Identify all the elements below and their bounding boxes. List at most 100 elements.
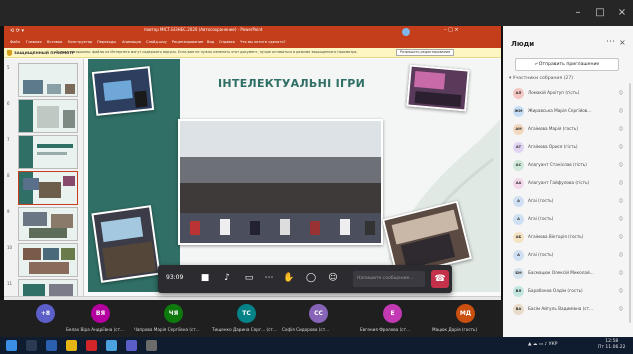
protected-view-text: Будьте осторожны: файлы из Интернета мог… xyxy=(56,50,358,54)
participant-avatar: А xyxy=(513,214,524,225)
more-icon[interactable]: ⋯ xyxy=(262,271,276,285)
participant-name: Жиравська Марія Сергійов... xyxy=(528,108,592,113)
powerpoint-title-bar: ⟲ ⟳ ▾ повтор МІСТ.БІЗНЕС.2020 (Автосохра… xyxy=(4,26,501,38)
participant-avatar[interactable]: ВЯ xyxy=(91,304,110,323)
thumbnail-number: 9 xyxy=(7,209,10,214)
ribbon-tab-animation[interactable]: Анимация xyxy=(122,40,141,44)
participant-name: Чапрова Марія Сергіївна (ст... xyxy=(134,327,200,332)
participant-avatar[interactable]: Е xyxy=(383,304,402,323)
share-invite-label: Отправить приглашение xyxy=(538,62,600,67)
close-panel-icon[interactable]: × xyxy=(619,38,626,47)
search-icon[interactable] xyxy=(26,340,37,351)
mic-muted-icon: ⦸ xyxy=(619,233,623,240)
slide-thumbnails-pane: 5 6 7 8 9 10 11 xyxy=(4,59,84,308)
participant-row[interactable]: АС Алагуант Станіслав (гість) ⦸ xyxy=(511,158,629,176)
slide-thumbnail[interactable] xyxy=(18,99,78,133)
edge-icon[interactable] xyxy=(46,340,57,351)
participant-name: Софія Сидорова (ст... xyxy=(282,327,330,332)
more-participants-avatar[interactable]: +8 xyxy=(36,304,55,323)
user-avatar[interactable] xyxy=(402,28,410,36)
slide-thumbnail[interactable] xyxy=(18,207,78,241)
ribbon-tab-slideshow[interactable]: Слайд-шоу xyxy=(146,40,167,44)
ppt-window-controls[interactable]: – □ × xyxy=(444,27,459,33)
ribbon-tabs: Файл Главная Вставка Конструктор Переход… xyxy=(4,38,501,48)
host-system-tray[interactable]: ▲ ☁ ▭ ♪ УКР xyxy=(528,342,557,347)
raise-hand-icon[interactable]: ✋ xyxy=(282,271,296,285)
hang-up-button[interactable]: ☎ xyxy=(431,270,449,288)
slide-thumbnail[interactable] xyxy=(18,243,78,277)
opera-icon[interactable] xyxy=(86,340,97,351)
participant-row[interactable]: АЛ Ломакій Архітуп (гість) ⦸ xyxy=(511,86,629,104)
mic-muted-icon: ⦸ xyxy=(619,251,623,258)
chat-icon[interactable]: ◯ xyxy=(304,271,318,285)
close-button[interactable]: × xyxy=(614,6,630,20)
mic-muted-icon: ⦸ xyxy=(619,161,623,168)
ribbon-tab-insert[interactable]: Вставка xyxy=(47,40,62,44)
participant-avatar: АС xyxy=(513,160,524,171)
meeting-controls: 93:09 ■ ♪ ▭ ⋯ ✋ ◯ ☺ Напишите сообщение… … xyxy=(158,265,452,293)
participant-name: Алагуант Гайфулова (гість) xyxy=(528,180,590,185)
shared-screen: ⟲ ⟳ ▾ повтор МІСТ.БІЗНЕС.2020 (Автосохра… xyxy=(0,26,503,326)
meeting-message-field[interactable]: Напишите сообщение… xyxy=(353,271,425,287)
mic-muted-icon: ⦸ xyxy=(619,143,623,150)
slide-thumbnail[interactable] xyxy=(18,135,78,169)
ribbon-tab-view[interactable]: Вид xyxy=(207,40,214,44)
participant-avatar[interactable]: ЧЯ xyxy=(164,304,183,323)
thumbnail-number: 11 xyxy=(7,281,13,286)
people-scrollbar[interactable] xyxy=(629,83,631,323)
ribbon-tab-file[interactable]: Файл xyxy=(10,40,20,44)
mic-icon[interactable]: ♪ xyxy=(220,271,234,285)
participant-row[interactable]: АБ Агаімова Вікторія (гость) ⦸ xyxy=(511,230,629,248)
participant-row[interactable]: ЖМ Жиравська Марія Сергійов... ⦸ xyxy=(511,104,629,122)
teams-meeting-window: – □ × ⟲ ⟳ ▾ повтор МІСТ.БІЗНЕС.2020 (Авт… xyxy=(0,0,633,354)
slide-heading: ІНТЕЛЕКТУАЛЬНІ ІГРИ xyxy=(218,77,366,90)
maximize-button[interactable]: □ xyxy=(592,6,608,20)
participant-name: Агаімова Вікторія (гость) xyxy=(528,234,584,239)
ribbon-tab-review[interactable]: Рецензирование xyxy=(172,40,203,44)
enable-editing-button[interactable]: Разрешить редактирование xyxy=(396,49,455,56)
call-timer: 93:09 xyxy=(166,274,184,281)
camera-icon[interactable]: ■ xyxy=(198,271,212,285)
participant-row[interactable]: АТ Агаімова Орися (гість) ⦸ xyxy=(511,140,629,158)
slide-canvas[interactable]: ІНТЕЛЕКТУАЛЬНІ ІГРИ xyxy=(88,59,500,292)
slide-photo-presentation xyxy=(91,66,155,116)
host-clock: 12:58 Пт 11.06.22 xyxy=(598,339,625,351)
minimize-button[interactable]: – xyxy=(570,6,586,20)
participant-row[interactable]: ВА Басім Айгуль Вадимівна (ст... ⦸ xyxy=(511,302,629,320)
app-icon[interactable] xyxy=(146,340,157,351)
share-invite-button[interactable]: ⤶ Отправить приглашение xyxy=(515,58,619,71)
slide-thumbnail[interactable] xyxy=(18,63,78,97)
participant-row[interactable]: АА Алагуант Гайфулова (гість) ⦸ xyxy=(511,176,629,194)
participant-row[interactable]: А Агаі (гость) ⦸ xyxy=(511,248,629,266)
participant-row[interactable]: АМ Агаімова Марія (гость) ⦸ xyxy=(511,122,629,140)
share-icon[interactable]: ▭ xyxy=(242,271,256,285)
slide-thumbnail-selected[interactable] xyxy=(18,171,78,205)
participant-row[interactable]: БМ Басмацюк Олексій Миколай... ⦸ xyxy=(511,266,629,284)
participant-row[interactable]: А Агаі (гость) ⦸ xyxy=(511,194,629,212)
thumbnail-number: 8 xyxy=(7,173,10,178)
participant-avatar: ЖМ xyxy=(513,106,524,117)
ribbon-tab-transitions[interactable]: Переходы xyxy=(97,40,116,44)
chrome-icon[interactable] xyxy=(106,340,117,351)
participant-avatar[interactable]: ТС xyxy=(237,304,256,323)
slide-photo-classroom xyxy=(91,205,161,283)
participants-section-header[interactable]: ▾ Участники собрания (27) xyxy=(509,76,573,81)
folder-icon[interactable] xyxy=(66,340,77,351)
mic-muted-icon: ⦸ xyxy=(619,305,623,312)
ribbon-tab-home[interactable]: Главная xyxy=(26,40,42,44)
mic-muted-icon: ⦸ xyxy=(619,269,623,276)
ribbon-tell-me[interactable]: Что вы хотите сделать? xyxy=(240,40,286,44)
windows-start-icon[interactable] xyxy=(6,340,17,351)
quick-access-icons[interactable]: ⟲ ⟳ ▾ xyxy=(10,28,24,34)
participant-row[interactable]: А Агаі (гость) ⦸ xyxy=(511,212,629,230)
ribbon-tab-help[interactable]: Справка xyxy=(219,40,235,44)
ribbon-tab-design[interactable]: Конструктор xyxy=(68,40,92,44)
participant-row[interactable]: ВЛ Барабанов Олдім (гость) ⦸ xyxy=(511,284,629,302)
teams-icon[interactable] xyxy=(126,340,137,351)
participants-icon[interactable]: ☺ xyxy=(326,271,340,285)
participant-avatar[interactable]: СС xyxy=(309,304,328,323)
more-options-icon[interactable]: ⋯ xyxy=(606,37,615,47)
participant-avatar[interactable]: МД xyxy=(456,304,475,323)
thumbnail-number: 10 xyxy=(7,245,13,250)
people-panel: Люди ⋯ × ⤶ Отправить приглашение ▾ Участ… xyxy=(503,26,633,337)
